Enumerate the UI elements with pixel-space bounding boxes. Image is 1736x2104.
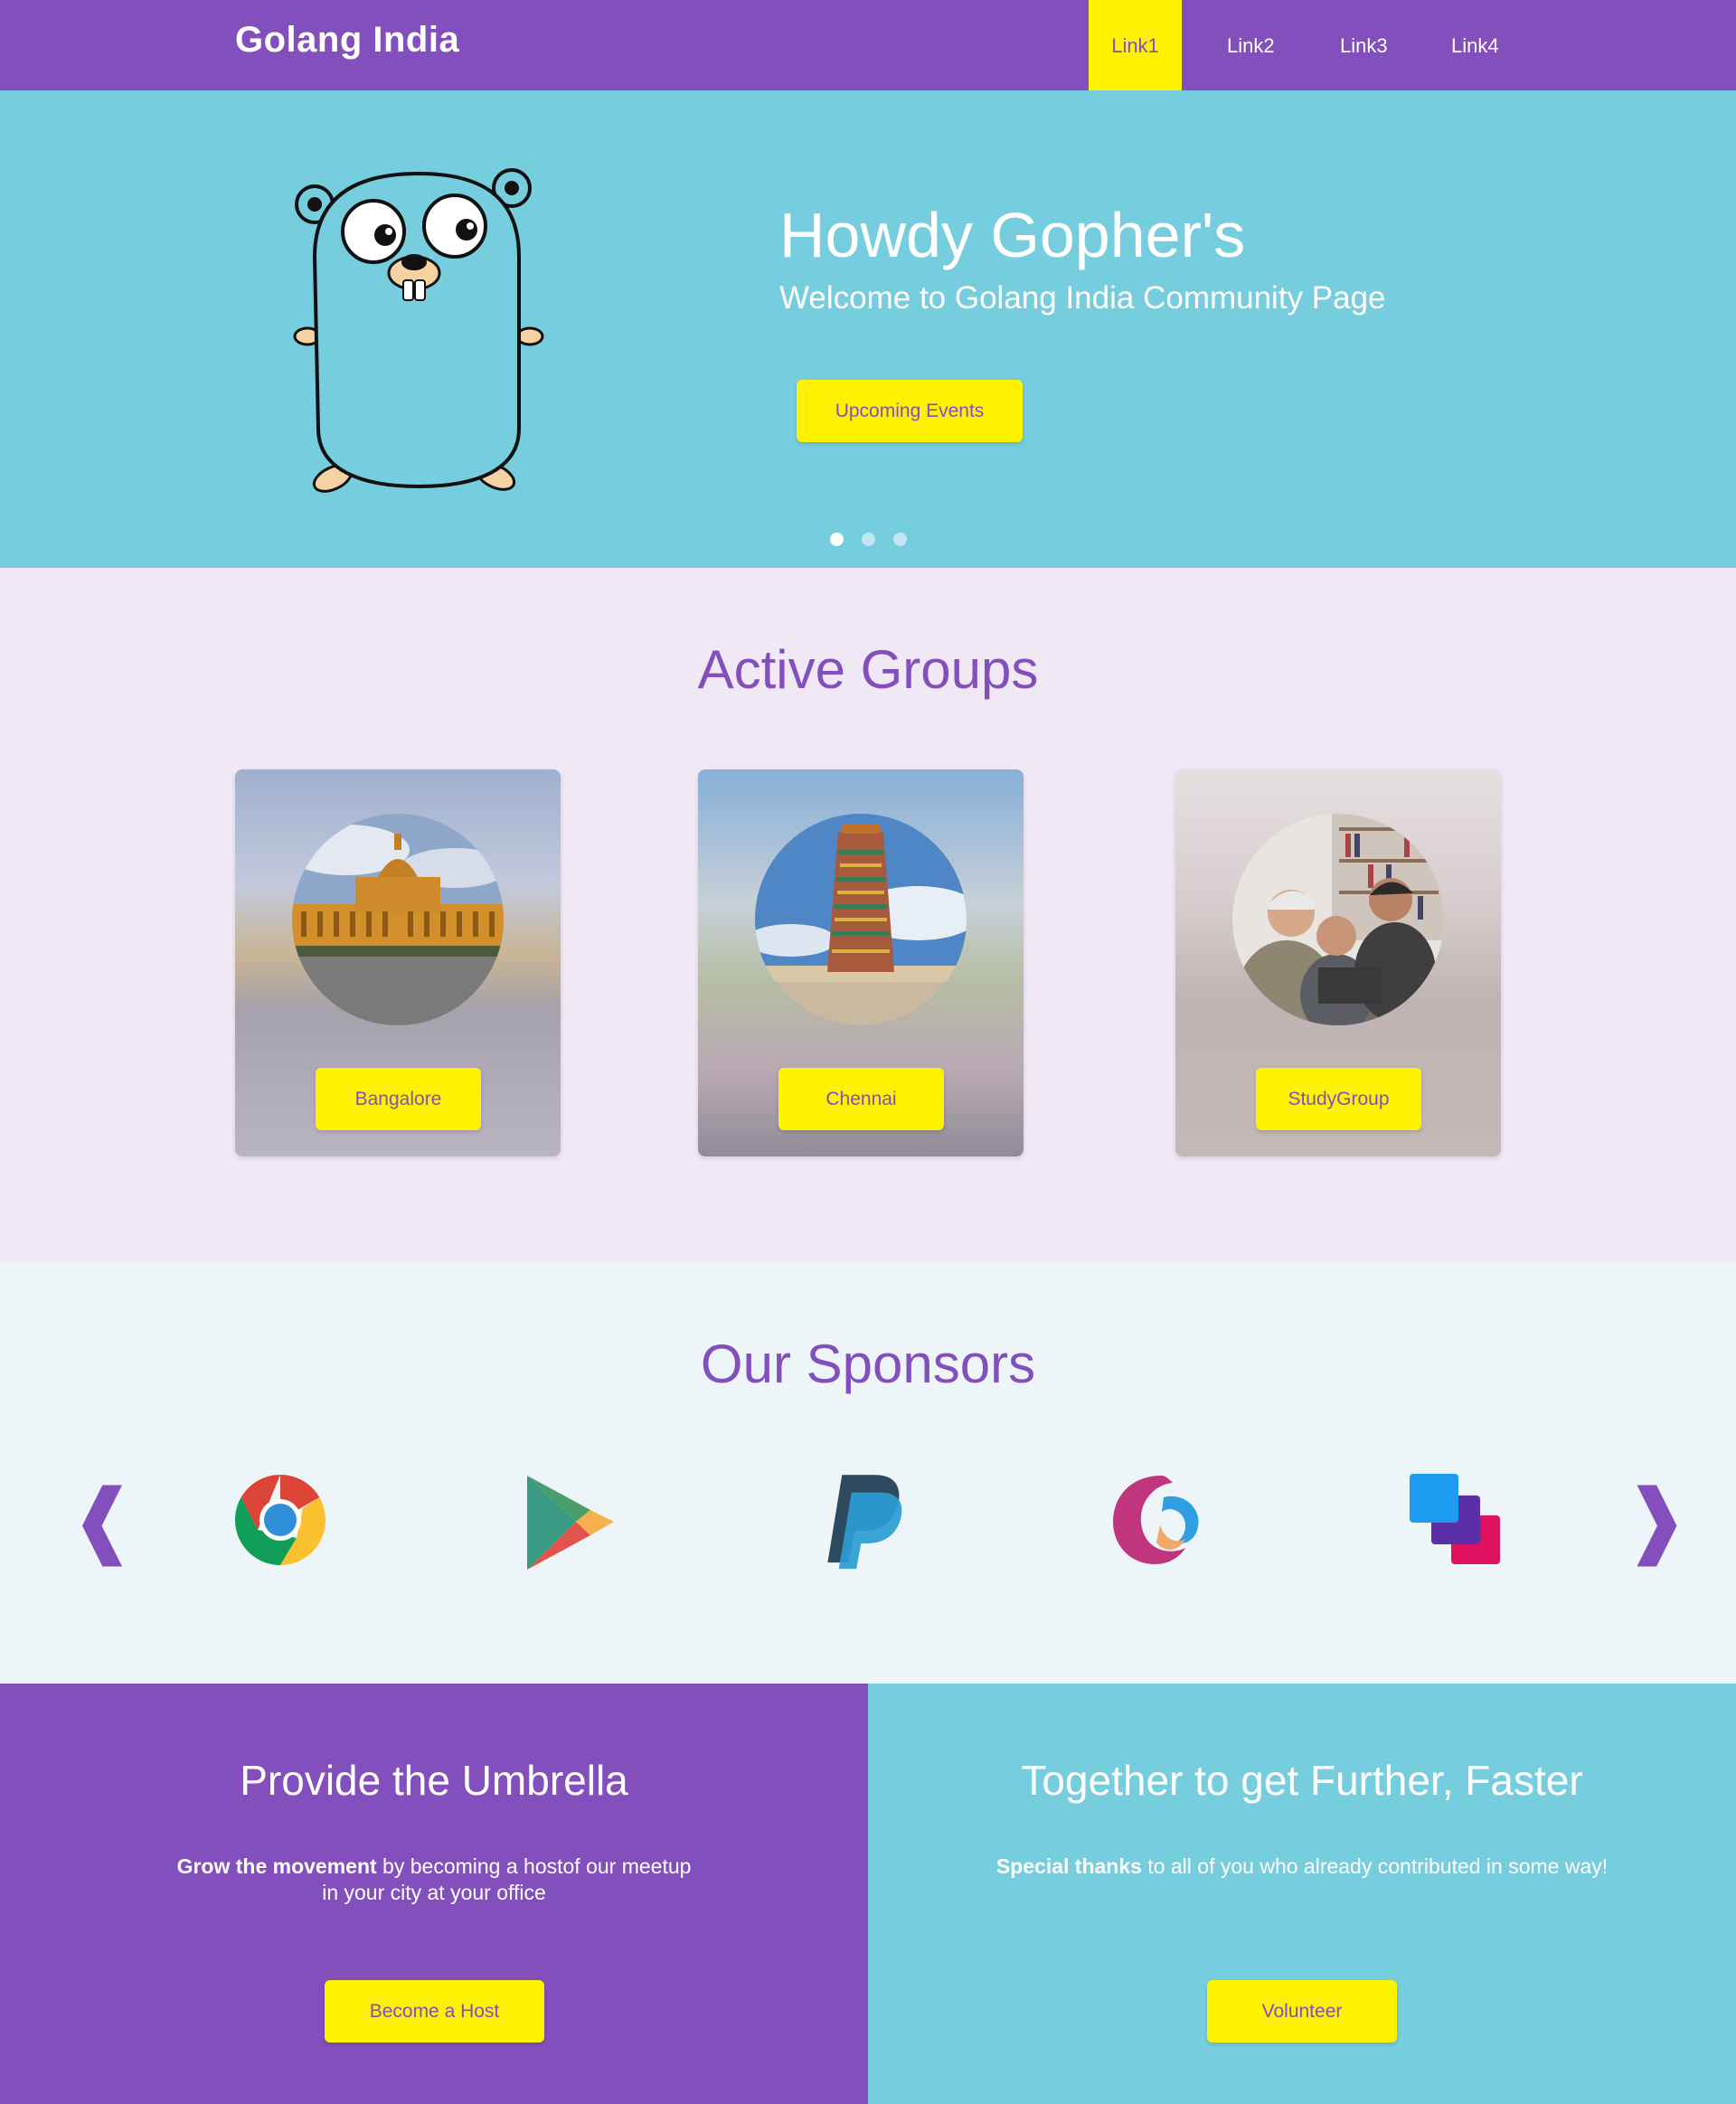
stacked-squares-logo-icon[interactable] (1406, 1470, 1505, 1570)
carousel-dot-3[interactable] (893, 533, 907, 546)
carousel-dot-2[interactable] (862, 533, 875, 546)
group-card-bangalore[interactable]: Bangalore (235, 769, 561, 1156)
google-play-logo-icon[interactable] (520, 1470, 619, 1570)
upcoming-events-button[interactable]: Upcoming Events (797, 380, 1023, 442)
bangalore-button[interactable]: Bangalore (316, 1068, 481, 1130)
swirl-logo-icon[interactable] (1108, 1470, 1207, 1570)
chevron-right-icon[interactable]: ❱ (1622, 1479, 1690, 1561)
volunteer-text-bold: Special thanks (995, 1854, 1142, 1878)
chrome-logo-icon[interactable] (231, 1470, 330, 1570)
sponsors-title: Our Sponsors (700, 1334, 1036, 1394)
hero-subtitle: Welcome to Golang India Community Page (779, 280, 1386, 316)
host-text-bold: Grow the movement (176, 1854, 377, 1878)
navbar: Golang India Link1 Link2 Link3 Link4 (0, 0, 1736, 90)
vidhana-soudha-photo (292, 814, 504, 1025)
host-text: Grow the movement by becoming a hostof o… (0, 1854, 868, 1906)
nav-link-2[interactable]: Link2 (1182, 0, 1319, 90)
hero-carousel: Howdy Gopher's Welcome to Golang India C… (0, 90, 1736, 568)
volunteer-button[interactable]: Volunteer (1207, 1980, 1397, 2043)
studygroup-button[interactable]: StudyGroup (1256, 1068, 1421, 1130)
study-group-photo (1232, 814, 1444, 1025)
become-host-button[interactable]: Become a Host (325, 1980, 544, 2043)
volunteer-title: Together to get Further, Faster (1021, 1757, 1583, 1804)
active-groups-title: Active Groups (697, 639, 1039, 700)
hero-title: Howdy Gopher's (779, 200, 1246, 270)
nav-link-4[interactable]: Link4 (1423, 0, 1545, 90)
volunteer-text: Special thanks to all of you who already… (868, 1854, 1736, 1880)
volunteer-text-rest: to all of you who already contributed in… (1141, 1854, 1609, 1878)
host-title: Provide the Umbrella (240, 1757, 628, 1804)
brand-logo-text[interactable]: Golang India (235, 20, 459, 61)
chennai-button[interactable]: Chennai (778, 1068, 944, 1130)
host-text-line1: by becoming a hostof our meetup (376, 1854, 692, 1878)
group-card-studygroup[interactable]: StudyGroup (1175, 769, 1501, 1156)
group-card-chennai[interactable]: Chennai (698, 769, 1024, 1156)
gopher-mascot-icon (293, 168, 544, 493)
chevron-left-icon[interactable]: ❰ (69, 1479, 137, 1561)
carousel-dot-1[interactable] (830, 533, 844, 546)
nav-link-3[interactable]: Link3 (1319, 0, 1423, 90)
meenakshi-temple-photo (755, 814, 967, 1025)
paypal-logo-icon[interactable] (814, 1470, 913, 1570)
carousel-indicators (830, 533, 907, 546)
volunteer-section: Together to get Further, Faster Special … (868, 1684, 1736, 2104)
host-text-line2: in your city at your office (322, 1881, 546, 1904)
sponsors-section: Our Sponsors ❰ ❱ (0, 1262, 1736, 1684)
nav-link-1[interactable]: Link1 (1089, 0, 1182, 90)
nav-links: Link1 Link2 Link3 Link4 (1089, 0, 1545, 90)
active-groups-section: Active Groups Bangalore Chennai StudyGro… (0, 568, 1736, 1262)
become-host-section: Provide the Umbrella Grow the movement b… (0, 1684, 868, 2104)
